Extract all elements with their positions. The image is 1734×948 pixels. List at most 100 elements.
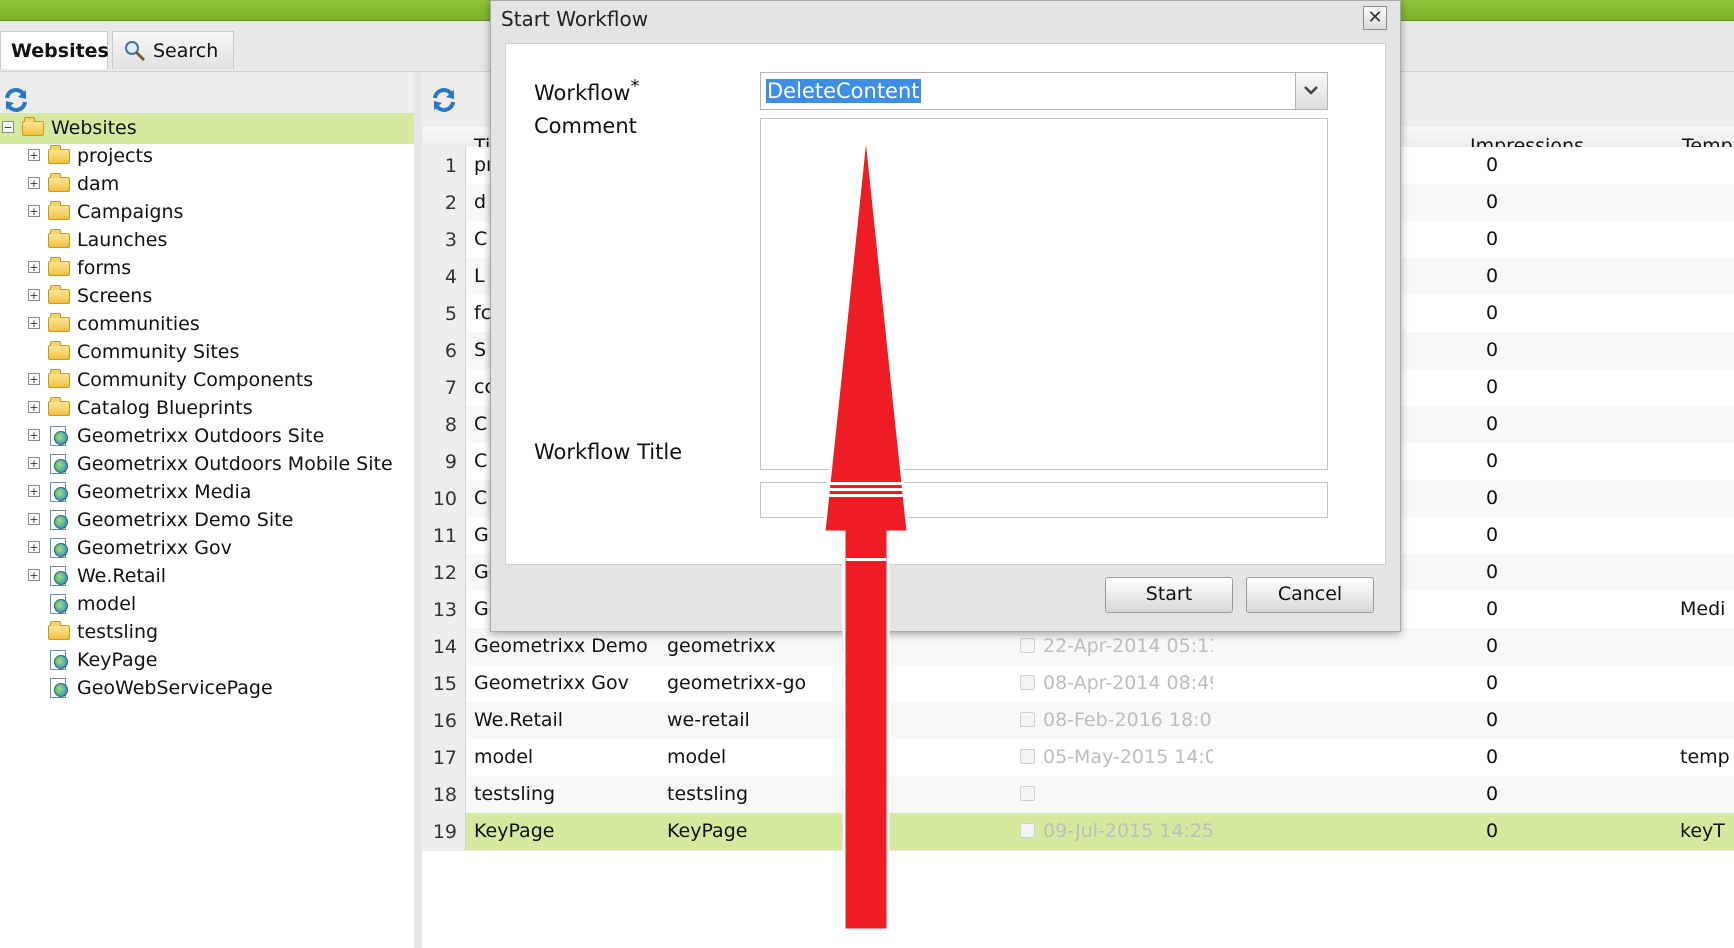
- cancel-button[interactable]: Cancel: [1246, 577, 1374, 613]
- cell-name: geometrixx: [667, 635, 776, 657]
- tree-item[interactable]: − Websites: [0, 113, 414, 144]
- expand-icon[interactable]: +: [28, 261, 40, 273]
- tree-item-label: Launches: [77, 229, 168, 251]
- tree-item-label: model: [77, 593, 137, 615]
- expand-icon[interactable]: +: [28, 373, 40, 385]
- row-number: 1: [422, 147, 466, 184]
- row-checkbox[interactable]: [842, 786, 857, 801]
- expand-icon[interactable]: +: [28, 149, 40, 161]
- tree-item[interactable]: + Catalog Blueprints: [0, 393, 414, 424]
- expand-icon[interactable]: +: [28, 541, 40, 553]
- cell-impressions: 0: [1486, 265, 1499, 287]
- table-row[interactable]: 14 Geometrixx Demo Site geometrixx 22-Apr-2…: [422, 628, 1734, 666]
- comment-field-label: Comment: [534, 114, 637, 138]
- row-checkbox[interactable]: [1020, 638, 1035, 653]
- tree-item[interactable]: + dam: [0, 169, 414, 200]
- row-checkbox[interactable]: [842, 675, 857, 690]
- tree-item[interactable]: + Geometrixx Outdoors Mobile Site: [0, 449, 414, 480]
- tree-item[interactable]: + Geometrixx Outdoors Site: [0, 421, 414, 452]
- folder-icon: [48, 285, 70, 304]
- row-checkbox[interactable]: [1020, 675, 1035, 690]
- row-number: 13: [422, 591, 466, 628]
- tree-item[interactable]: + Campaigns: [0, 197, 414, 228]
- refresh-icon[interactable]: [430, 86, 458, 114]
- tree-item[interactable]: + Screens: [0, 281, 414, 312]
- row-number: 14: [422, 628, 466, 665]
- tree-item[interactable]: + We.Retail: [0, 561, 414, 592]
- tree-item[interactable]: + projects: [0, 141, 414, 172]
- tree-item[interactable]: testsling: [0, 617, 414, 648]
- row-checkbox[interactable]: [842, 638, 857, 653]
- folder-icon: [48, 341, 70, 360]
- cell-name: KeyPage: [667, 820, 748, 842]
- workflow-select[interactable]: DeleteContent: [760, 72, 1328, 110]
- expand-icon[interactable]: +: [28, 485, 40, 497]
- expand-icon[interactable]: +: [28, 457, 40, 469]
- table-row[interactable]: 16 We.Retail we-retail 08-Feb-2016 18:05 (0: [422, 702, 1734, 740]
- row-number: 3: [422, 221, 466, 258]
- tree-item[interactable]: Launches: [0, 225, 414, 256]
- cell-impressions: 0: [1486, 376, 1499, 398]
- table-row[interactable]: 17 model model 05-May-2015 14:00 0 temp: [422, 739, 1734, 777]
- cell-impressions: 0: [1486, 746, 1499, 768]
- tree-item[interactable]: + Geometrixx Demo Site: [0, 505, 414, 536]
- row-checkbox[interactable]: [842, 823, 857, 838]
- workflow-title-input[interactable]: [760, 482, 1328, 518]
- tree-item[interactable]: + forms: [0, 253, 414, 284]
- row-checkbox[interactable]: [1020, 712, 1035, 727]
- magnifier-icon: [125, 41, 146, 62]
- collapse-icon[interactable]: −: [2, 121, 14, 133]
- expand-icon[interactable]: +: [28, 289, 40, 301]
- workflow-title-field-label: Workflow Title: [534, 440, 683, 464]
- expand-icon[interactable]: +: [28, 317, 40, 329]
- tree-item-label: Community Components: [77, 369, 314, 391]
- expand-icon[interactable]: +: [28, 177, 40, 189]
- cell-name: we-retail: [667, 709, 750, 731]
- tab-websites[interactable]: Websites: [0, 31, 109, 69]
- panel-splitter[interactable]: [414, 72, 422, 948]
- tree-item[interactable]: Community Sites: [0, 337, 414, 368]
- tree-item[interactable]: + communities: [0, 309, 414, 340]
- dropdown-trigger[interactable]: [1295, 73, 1327, 109]
- tree-item-label: communities: [77, 313, 200, 335]
- row-number: 9: [422, 443, 466, 480]
- row-checkbox[interactable]: [1020, 786, 1035, 801]
- table-row[interactable]: 15 Geometrixx Gov geometrixx-gov 08-Apr-201…: [422, 665, 1734, 703]
- tree-item[interactable]: KeyPage: [0, 645, 414, 676]
- row-checkbox[interactable]: [1020, 749, 1035, 764]
- tree-item-label: Geometrixx Outdoors Site: [77, 425, 325, 447]
- close-icon[interactable]: ✕: [1363, 6, 1387, 30]
- expand-icon[interactable]: +: [28, 569, 40, 581]
- tree-item[interactable]: + Geometrixx Media: [0, 477, 414, 508]
- expand-icon[interactable]: +: [28, 429, 40, 441]
- cell-impressions: 0: [1486, 820, 1499, 842]
- tree-item-label: Screens: [77, 285, 153, 307]
- expand-icon[interactable]: +: [28, 205, 40, 217]
- row-checkbox[interactable]: [842, 712, 857, 727]
- tree-item[interactable]: + Community Components: [0, 365, 414, 396]
- cell-impressions: 0: [1486, 228, 1499, 250]
- comment-textarea[interactable]: [760, 118, 1328, 470]
- refresh-icon[interactable]: [2, 86, 30, 114]
- tree-item[interactable]: GeoWebServicePage: [0, 673, 414, 704]
- row-checkbox[interactable]: [842, 749, 857, 764]
- expand-icon[interactable]: +: [28, 513, 40, 525]
- cell-impressions: 0: [1486, 672, 1499, 694]
- start-button[interactable]: Start: [1105, 577, 1233, 613]
- workflow-select-value[interactable]: DeleteContent: [766, 79, 921, 103]
- cell-impressions: 0: [1486, 154, 1499, 176]
- cell-template: keyT: [1680, 820, 1725, 842]
- globe-page-icon: [48, 650, 70, 670]
- globe-page-icon: [48, 482, 70, 502]
- row-number: 2: [422, 184, 466, 221]
- tree-item[interactable]: model: [0, 589, 414, 620]
- tree-item[interactable]: + Geometrixx Gov: [0, 533, 414, 564]
- row-number: 5: [422, 295, 466, 332]
- row-checkbox[interactable]: [1020, 823, 1035, 838]
- table-row[interactable]: 19 KeyPage KeyPage 09-Jul-2015 14:25 (0 keyT: [422, 813, 1734, 851]
- folder-icon: [48, 173, 70, 192]
- tab-search[interactable]: Search: [112, 31, 234, 69]
- expand-icon[interactable]: +: [28, 401, 40, 413]
- table-row[interactable]: 18 testsling testsling 0: [422, 776, 1734, 814]
- folder-icon: [48, 621, 70, 640]
